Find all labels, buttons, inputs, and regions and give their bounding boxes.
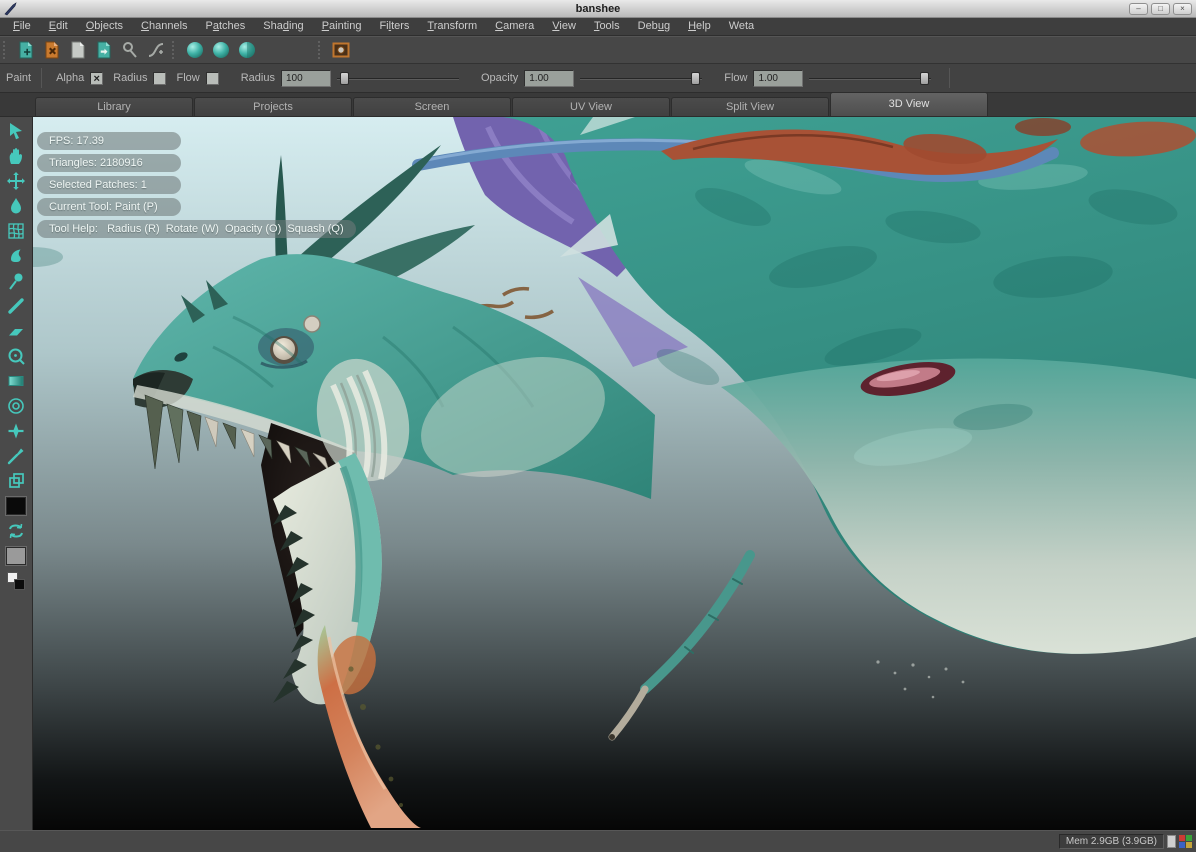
menu-edit[interactable]: Edit (40, 18, 77, 35)
default-colors-swatch[interactable] (2, 568, 30, 593)
minimize-button[interactable]: – (1129, 3, 1148, 15)
tool-marquee[interactable] (2, 368, 30, 393)
tool-heal[interactable] (2, 418, 30, 443)
tab-screen[interactable]: Screen (353, 97, 511, 116)
background-color-swatch[interactable] (2, 543, 30, 568)
alpha-checkbox[interactable]: × (90, 72, 103, 85)
view-tab-strip: Library Projects Screen UV View Split Vi… (0, 93, 1196, 117)
tab-projects[interactable]: Projects (194, 97, 352, 116)
menu-tools[interactable]: Tools (585, 18, 629, 35)
menu-channels[interactable]: Channels (132, 18, 197, 35)
alpha-label: Alpha (56, 72, 84, 84)
tab-uv-view[interactable]: UV View (512, 97, 670, 116)
menu-painting[interactable]: Painting (313, 18, 371, 35)
flow-input[interactable] (753, 70, 803, 87)
menu-help[interactable]: Help (679, 18, 720, 35)
window-controls: – □ × (1129, 3, 1196, 15)
flow-toggle-label: Flow (176, 72, 199, 84)
title-bar[interactable]: banshee – □ × (0, 0, 1196, 18)
new-project-icon[interactable] (13, 38, 39, 62)
tool-eyedropper[interactable] (2, 443, 30, 468)
toolbar-handle[interactable] (172, 41, 178, 59)
tool-move[interactable] (2, 168, 30, 193)
sphere-shading-icon[interactable] (208, 38, 234, 62)
memory-status: Mem 2.9GB (3.9GB) (1059, 834, 1164, 849)
path-tool-icon[interactable] (117, 38, 143, 62)
tool-radial[interactable] (2, 393, 30, 418)
menu-file[interactable]: File (4, 18, 40, 35)
app-window: banshee – □ × File Edit Objects Channels… (0, 0, 1196, 852)
tab-library[interactable]: Library (35, 97, 193, 116)
tool-eraser[interactable] (2, 318, 30, 343)
menu-bar: File Edit Objects Channels Patches Shadi… (0, 18, 1196, 36)
opacity-input[interactable] (524, 70, 574, 87)
radius-label: Radius (241, 72, 275, 84)
radius-slider[interactable] (337, 71, 459, 86)
document-icon[interactable] (65, 38, 91, 62)
window-title: banshee (0, 3, 1196, 15)
maximize-button[interactable]: □ (1151, 3, 1170, 15)
node-curve-icon[interactable] (143, 38, 169, 62)
menu-filters[interactable]: Filters (370, 18, 418, 35)
checkbox-mark: × (94, 73, 100, 85)
swap-colors-icon[interactable] (2, 518, 30, 543)
menu-objects[interactable]: Objects (77, 18, 132, 35)
toolbar-handle[interactable] (3, 41, 9, 59)
tool-paint[interactable] (2, 293, 30, 318)
menu-debug[interactable]: Debug (629, 18, 679, 35)
hud-current-tool: Current Tool: Paint (P) (37, 198, 181, 216)
separator (41, 68, 42, 88)
active-tool-label: Paint (6, 72, 31, 84)
radius-toggle-label: Radius (113, 72, 147, 84)
paint-options-bar: Paint Alpha × Radius Flow Radius Opacity… (0, 64, 1196, 93)
tool-smear[interactable] (2, 243, 30, 268)
menu-camera[interactable]: Camera (486, 18, 543, 35)
radius-input[interactable] (281, 70, 331, 87)
3d-viewport[interactable]: FPS: 17.39 Triangles: 2180916 Selected P… (33, 117, 1196, 830)
tool-pan[interactable] (2, 143, 30, 168)
hud-selected-patches: Selected Patches: 1 (37, 176, 181, 194)
tool-copy-patch[interactable] (2, 468, 30, 493)
tool-clone[interactable] (2, 343, 30, 368)
opacity-slider[interactable] (580, 71, 702, 86)
tab-split-view[interactable]: Split View (671, 97, 829, 116)
toolbar-handle[interactable] (318, 41, 324, 59)
radius-checkbox[interactable] (153, 72, 166, 85)
tool-select[interactable] (2, 118, 30, 143)
sphere-shading-icon[interactable] (182, 38, 208, 62)
menu-shading[interactable]: Shading (254, 18, 312, 35)
hud-triangles: Triangles: 2180916 (37, 154, 181, 172)
sphere-shading-icon[interactable] (234, 38, 260, 62)
foreground-color-swatch[interactable] (2, 493, 30, 518)
flow-slider-thumb[interactable] (920, 72, 929, 85)
separator (949, 68, 950, 88)
tool-pin[interactable] (2, 268, 30, 293)
hud-tool-help: Tool Help: Radius (R) Rotate (W) Opacity… (37, 220, 356, 238)
tool-blur[interactable] (2, 193, 30, 218)
flow-label: Flow (724, 72, 747, 84)
viewport-hud: FPS: 17.39 Triangles: 2180916 Selected P… (37, 132, 356, 238)
menu-view[interactable]: View (543, 18, 585, 35)
activity-indicator-icon (1179, 835, 1192, 848)
project-toolbar (0, 36, 1196, 64)
hud-fps: FPS: 17.39 (37, 132, 181, 150)
status-spacer-pane (1167, 835, 1176, 848)
status-bar: Mem 2.9GB (3.9GB) (0, 830, 1196, 852)
tab-3d-view[interactable]: 3D View (830, 92, 988, 116)
opacity-slider-thumb[interactable] (691, 72, 700, 85)
projector-icon[interactable] (328, 38, 354, 62)
menu-weta[interactable]: Weta (720, 18, 763, 35)
flow-slider[interactable] (809, 71, 931, 86)
main-area: FPS: 17.39 Triangles: 2180916 Selected P… (0, 117, 1196, 830)
import-document-icon[interactable] (91, 38, 117, 62)
tool-warp[interactable] (2, 218, 30, 243)
menu-transform[interactable]: Transform (418, 18, 486, 35)
menu-patches[interactable]: Patches (197, 18, 255, 35)
radius-slider-thumb[interactable] (340, 72, 349, 85)
opacity-label: Opacity (481, 72, 518, 84)
close-project-icon[interactable] (39, 38, 65, 62)
flow-checkbox[interactable] (206, 72, 219, 85)
tool-palette (0, 117, 33, 830)
close-button[interactable]: × (1173, 3, 1192, 15)
